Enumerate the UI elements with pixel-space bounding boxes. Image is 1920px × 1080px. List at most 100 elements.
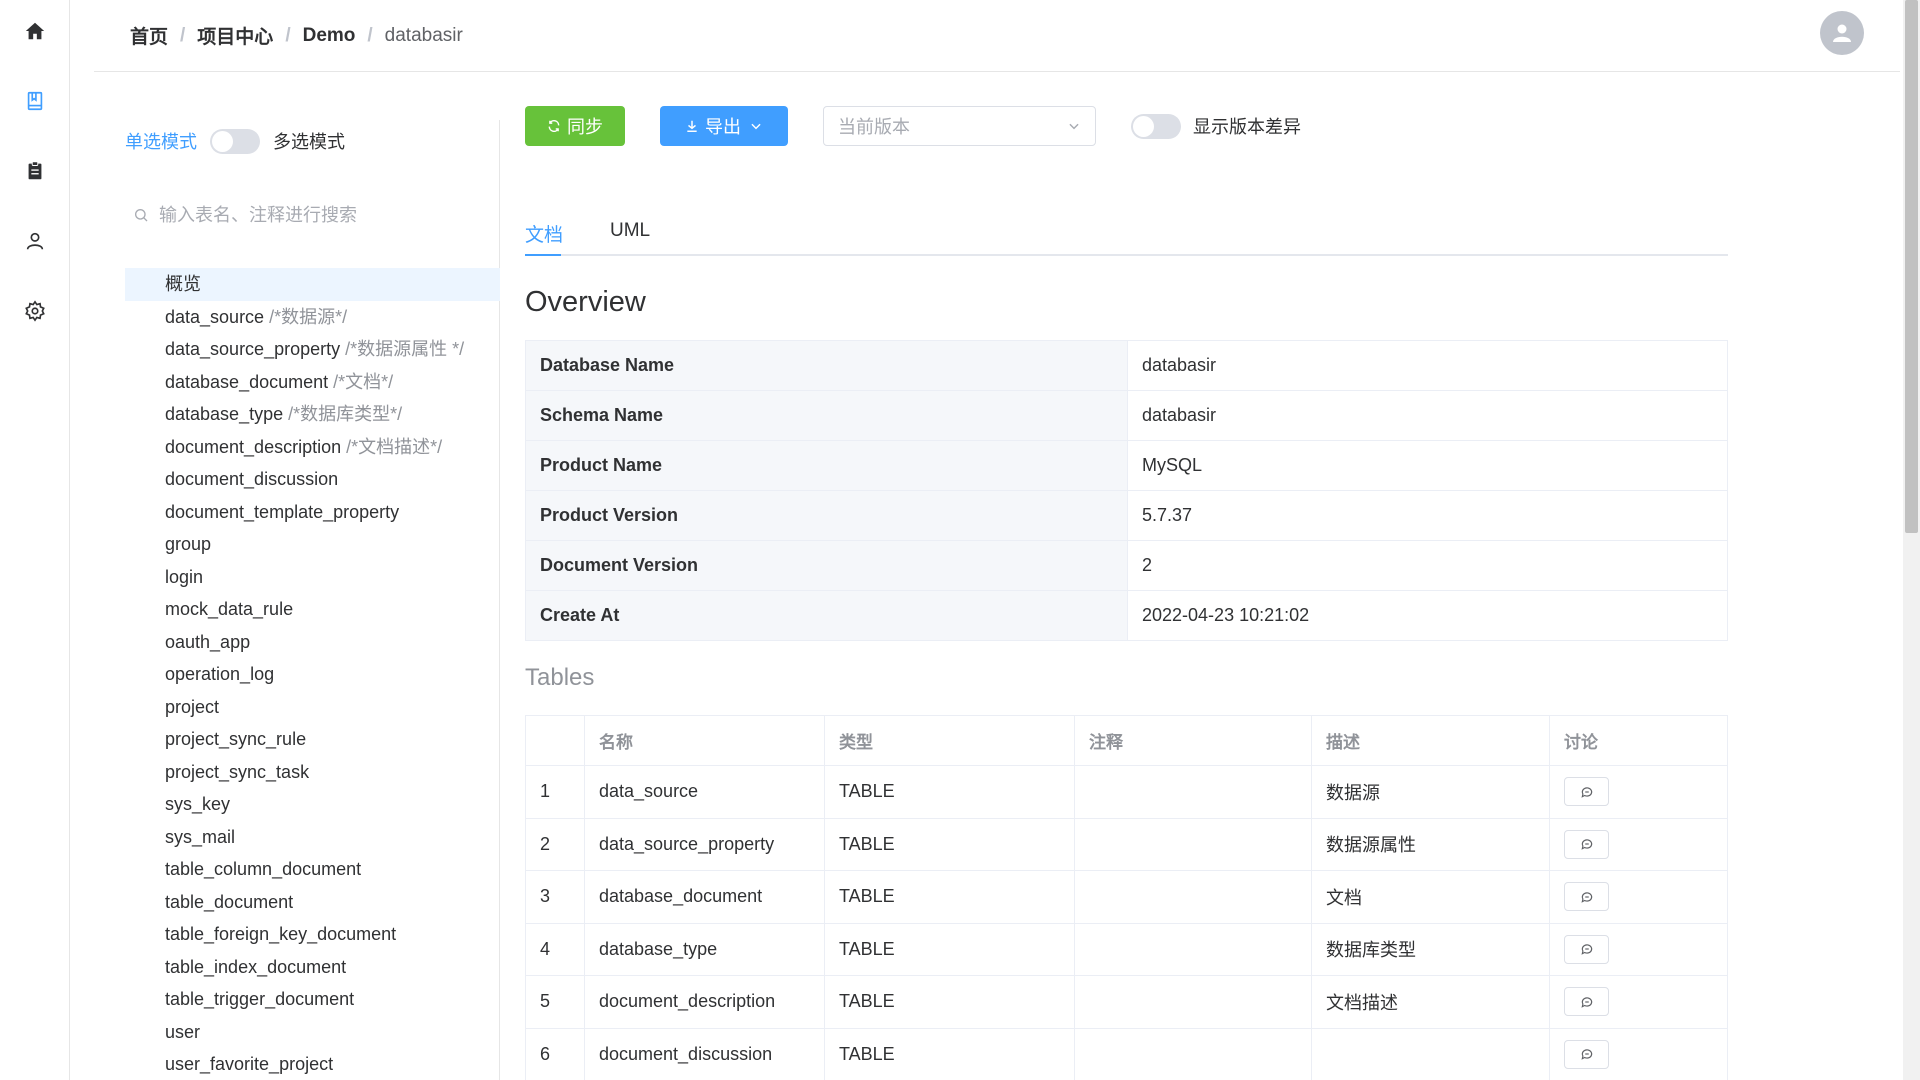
- cell-type: TABLE: [824, 765, 1075, 819]
- table-list-item[interactable]: database_document /*文档*/: [125, 366, 500, 399]
- tables-table: 名称 类型 注释 描述 讨论 1 data_source TABLE 数据源 2 data…: [525, 715, 1728, 1080]
- scrollbar-thumb[interactable]: [1905, 0, 1918, 533]
- overview-key: Document Version: [525, 540, 1128, 591]
- table-list-item-name: table_document: [165, 891, 294, 912]
- table-list-item-name: table_foreign_key_document: [165, 924, 397, 944]
- table-list-item-name: table_column_document: [165, 859, 362, 879]
- breadcrumb-separator: /: [285, 24, 291, 46]
- cell-comment: [1074, 765, 1312, 819]
- table-list-item-name: table_trigger_document: [165, 989, 355, 1009]
- table-list-item[interactable]: user: [125, 1016, 500, 1049]
- refresh-icon: [548, 119, 560, 133]
- version-diff-label: 显示版本差异: [1193, 117, 1301, 137]
- version-diff-switch: 显示版本差异: [1131, 113, 1301, 139]
- table-list-item[interactable]: sys_mail: [125, 821, 500, 854]
- search-icon: [135, 209, 148, 222]
- overview-row: Schema Name databasir: [525, 390, 1728, 441]
- clipboard-icon[interactable]: [15, 151, 55, 191]
- discussion-button[interactable]: [1564, 934, 1609, 964]
- table-list-item[interactable]: operation_log: [125, 658, 500, 691]
- user-icon[interactable]: [15, 221, 55, 261]
- table-list-item-overview[interactable]: 概览: [125, 268, 500, 301]
- table-list-item[interactable]: login: [125, 561, 500, 594]
- breadcrumb: 首页 / 项目中心 / Demo / databasir: [130, 22, 463, 49]
- version-diff-toggle[interactable]: [1131, 113, 1181, 139]
- cell-comment: [1074, 975, 1312, 1029]
- table-list-item-name: table_index_document: [165, 956, 347, 977]
- table-list-item-name: data_source_property: [165, 339, 341, 359]
- overview-row: Document Version 2: [525, 540, 1728, 591]
- version-select[interactable]: 当前版本: [823, 106, 1096, 146]
- table-list-item-comment: /*文档*/: [328, 371, 394, 392]
- breadcrumb-group[interactable]: Demo: [303, 25, 356, 47]
- table-list-item[interactable]: project: [125, 691, 500, 724]
- table-list-item[interactable]: sys_key: [125, 788, 500, 821]
- table-row: 6 document_discussion TABLE: [525, 1027, 1728, 1080]
- home-icon[interactable]: [15, 11, 55, 51]
- discussion-button[interactable]: [1564, 1039, 1609, 1069]
- export-button[interactable]: 导出: [660, 106, 788, 146]
- single-mode-label[interactable]: 单选模式: [125, 128, 197, 154]
- mode-switcher: 单选模式 多选模式: [125, 128, 345, 154]
- table-list-item[interactable]: document_discussion: [125, 463, 500, 496]
- table-list-item[interactable]: project_sync_rule: [125, 723, 500, 756]
- table-list-item[interactable]: mock_data_rule: [125, 593, 500, 626]
- table-list-item[interactable]: database_type /*数据库类型*/: [125, 398, 500, 431]
- table-list-item[interactable]: data_source /*数据源*/: [125, 301, 500, 334]
- table-list-item[interactable]: project_sync_task: [125, 756, 500, 789]
- breadcrumb-project-center[interactable]: 项目中心: [197, 22, 273, 49]
- table-list-item[interactable]: table_index_document: [125, 951, 500, 984]
- discussion-button[interactable]: [1564, 777, 1609, 807]
- table-list-item[interactable]: table_foreign_key_document: [125, 918, 500, 951]
- discussion-button[interactable]: [1564, 829, 1609, 859]
- table-list-item[interactable]: table_column_document: [125, 853, 500, 886]
- table-list-item[interactable]: group: [125, 528, 500, 561]
- cell-discussion: [1549, 922, 1728, 976]
- cell-name: document_discussion: [584, 1027, 825, 1080]
- cell-discussion: [1549, 817, 1728, 871]
- table-list-item[interactable]: data_source_property /*数据源属性 */: [125, 333, 500, 366]
- table-list-item-name: database_document: [165, 371, 329, 392]
- book-icon[interactable]: [15, 81, 55, 121]
- discussion-button[interactable]: [1564, 987, 1609, 1017]
- table-list-item[interactable]: document_description /*文档描述*/: [125, 431, 500, 464]
- cell-comment: [1074, 922, 1312, 976]
- chat-icon: [1580, 997, 1592, 1008]
- table-list-item-comment: /*数据源属性 */: [340, 339, 465, 359]
- search-input[interactable]: [159, 204, 479, 226]
- gear-icon[interactable]: [15, 291, 55, 331]
- overview-value: databasir: [1127, 340, 1728, 391]
- table-list-item-name: login: [165, 566, 204, 587]
- tab-document[interactable]: 文档: [525, 220, 563, 247]
- table-list-item[interactable]: table_document: [125, 886, 500, 919]
- table-list-item-name: sys_key: [165, 794, 231, 814]
- tables-title: Tables: [525, 664, 595, 691]
- page-scrollbar[interactable]: [1903, 0, 1920, 1080]
- avatar[interactable]: [1820, 11, 1864, 55]
- sync-button[interactable]: 同步: [525, 106, 625, 146]
- column-header-type: 类型: [824, 715, 1075, 766]
- table-list-item[interactable]: table_trigger_document: [125, 983, 500, 1016]
- chat-icon: [1580, 944, 1592, 955]
- chevron-down-icon: [751, 123, 761, 130]
- table-list-item-name: database_type: [165, 404, 284, 424]
- discussion-button[interactable]: [1564, 882, 1609, 912]
- overview-row: Product Name MySQL: [525, 440, 1728, 491]
- column-header-index: [525, 715, 585, 766]
- table-list-item[interactable]: oauth_app: [125, 626, 500, 659]
- tab-uml[interactable]: UML: [610, 220, 650, 242]
- table-row: 2 data_source_property TABLE 数据源属性: [525, 817, 1728, 871]
- table-list-item[interactable]: user_favorite_project: [125, 1048, 500, 1080]
- overview-row: Product Version 5.7.37: [525, 490, 1728, 541]
- table-list-item-name: document_description: [165, 436, 342, 457]
- breadcrumb-home[interactable]: 首页: [130, 22, 168, 49]
- table-list-item-name: oauth_app: [165, 631, 251, 652]
- breadcrumb-separator: /: [180, 24, 186, 46]
- multi-mode-label[interactable]: 多选模式: [273, 128, 345, 154]
- table-list-item[interactable]: document_template_property: [125, 496, 500, 529]
- cell-description: 数据源属性: [1311, 817, 1550, 871]
- table-header-row: 名称 类型 注释 描述 讨论: [525, 715, 1728, 766]
- cell-type: TABLE: [824, 1027, 1075, 1080]
- column-header-description: 描述: [1311, 715, 1550, 766]
- mode-toggle[interactable]: [210, 128, 260, 154]
